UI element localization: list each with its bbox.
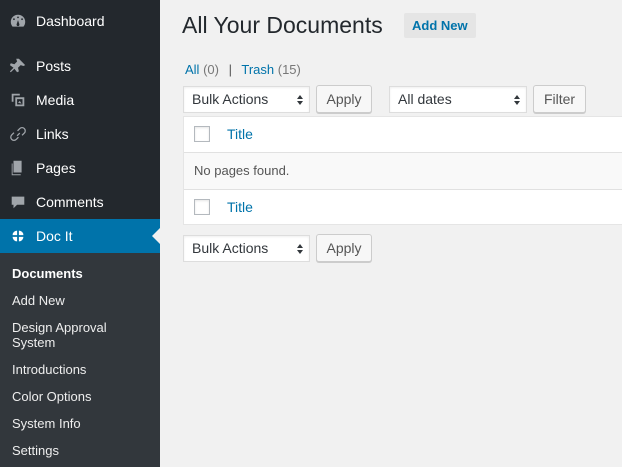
view-trash-link[interactable]: Trash [241, 62, 274, 77]
select-all-checkbox-bottom[interactable] [194, 199, 210, 215]
admin-sidebar: Dashboard Posts Media Links Pages Commen… [0, 0, 160, 467]
docit-icon [8, 226, 28, 246]
table-row: No pages found. [184, 153, 622, 189]
submenu-documents[interactable]: Documents [12, 266, 152, 281]
bulk-actions-value: Bulk Actions [192, 91, 269, 107]
submenu-introductions[interactable]: Introductions [12, 362, 152, 377]
menu-item-label: Media [36, 92, 75, 108]
apply-button-bottom[interactable]: Apply [316, 234, 372, 262]
view-separator: | [228, 62, 232, 77]
menu-item-label: Links [36, 126, 69, 142]
view-all-count: (0) [203, 62, 219, 77]
documents-table: Title No pages found. Title [183, 116, 622, 225]
select-all-checkbox-top[interactable] [194, 126, 210, 142]
menu-item-dashboard[interactable]: Dashboard [0, 4, 160, 38]
pages-icon [8, 158, 28, 178]
select-arrows-icon [514, 95, 520, 105]
dashboard-icon [8, 11, 28, 31]
apply-button-top[interactable]: Apply [316, 85, 372, 113]
title-column-header[interactable]: Title [227, 126, 253, 142]
table-header-row: Title [184, 117, 622, 153]
bulk-actions-select-bottom[interactable]: Bulk Actions [183, 235, 310, 262]
doc-it-submenu: Documents Add New Design Approval System… [0, 253, 160, 467]
submenu-system-info[interactable]: System Info [12, 416, 152, 431]
menu-item-label: Posts [36, 58, 72, 74]
date-filter-value: All dates [398, 91, 452, 107]
comments-icon [8, 192, 28, 212]
menu-item-label: Comments [36, 194, 104, 210]
date-filter-select[interactable]: All dates [389, 86, 527, 113]
bulk-actions-value: Bulk Actions [192, 240, 269, 256]
bulk-actions-select-top[interactable]: Bulk Actions [183, 86, 310, 113]
submenu-color-options[interactable]: Color Options [12, 389, 152, 404]
link-icon [8, 124, 28, 144]
menu-item-label: Dashboard [36, 13, 105, 29]
menu-item-media[interactable]: Media [0, 83, 160, 117]
status-views: All (0) | Trash (15) [185, 62, 301, 77]
filter-button[interactable]: Filter [533, 85, 586, 113]
menu-item-label: Doc It [36, 228, 73, 244]
menu-item-comments[interactable]: Comments [0, 185, 160, 219]
menu-item-label: Pages [36, 160, 76, 176]
select-arrows-icon [297, 244, 303, 254]
menu-item-doc-it[interactable]: Doc It [0, 219, 160, 253]
submenu-design-approval-system[interactable]: Design Approval System [12, 320, 122, 350]
view-trash-count: (15) [277, 62, 301, 77]
submenu-add-new[interactable]: Add New [12, 293, 152, 308]
pin-icon [8, 56, 28, 76]
submenu-settings[interactable]: Settings [12, 443, 152, 458]
menu-item-links[interactable]: Links [0, 117, 160, 151]
table-footer-row: Title [184, 189, 622, 225]
media-icon [8, 90, 28, 110]
view-all-link[interactable]: All [185, 62, 199, 77]
page-title: All Your Documents [182, 12, 383, 38]
menu-item-pages[interactable]: Pages [0, 151, 160, 185]
title-column-footer[interactable]: Title [227, 199, 253, 215]
select-arrows-icon [297, 95, 303, 105]
add-new-button[interactable]: Add New [404, 13, 476, 38]
no-items-message: No pages found. [194, 163, 290, 178]
menu-item-posts[interactable]: Posts [0, 49, 160, 83]
